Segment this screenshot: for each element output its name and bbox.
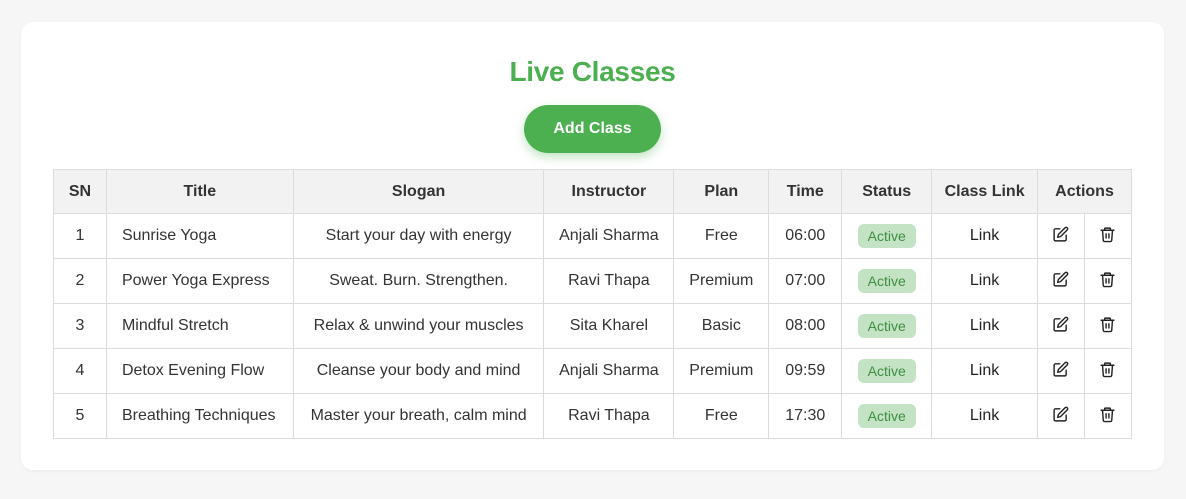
cell-time: 17:30 [768, 393, 843, 439]
cell-edit [1037, 213, 1085, 259]
trash-icon[interactable] [1098, 314, 1118, 334]
cell-status: Active [841, 348, 933, 394]
cell-title: Power Yoga Express [105, 258, 294, 304]
cell-slogan: Start your day with energy [292, 213, 545, 259]
cell-sn: 2 [53, 258, 107, 304]
edit-icon[interactable] [1051, 314, 1071, 334]
header-sn: SN [53, 169, 107, 214]
cell-time: 08:00 [768, 303, 843, 349]
cell-sn: 1 [53, 213, 107, 259]
table-row: 5 Breathing Techniques Master your breat… [53, 393, 1133, 439]
status-badge: Active [857, 404, 916, 428]
cell-plan: Premium [673, 348, 770, 394]
cell-title: Detox Evening Flow [105, 348, 294, 394]
cell-slogan: Relax & unwind your muscles [292, 303, 545, 349]
cell-slogan: Cleanse your body and mind [292, 348, 545, 394]
header-plan: Plan [673, 169, 770, 214]
cell-class-link: Link [931, 303, 1039, 349]
header-instructor: Instructor [543, 169, 675, 214]
cell-sn: 4 [53, 348, 107, 394]
trash-icon[interactable] [1098, 359, 1118, 379]
cell-instructor: Anjali Sharma [543, 213, 675, 259]
cell-class-link: Link [931, 213, 1039, 259]
edit-icon[interactable] [1051, 224, 1071, 244]
cell-instructor: Ravi Thapa [543, 258, 675, 304]
cell-time: 07:00 [768, 258, 843, 304]
cell-title: Breathing Techniques [105, 393, 294, 439]
cell-delete [1083, 213, 1133, 259]
table-row: 1 Sunrise Yoga Start your day with energ… [53, 213, 1133, 259]
class-link[interactable]: Link [970, 362, 999, 379]
class-link[interactable]: Link [970, 272, 999, 289]
status-badge: Active [857, 314, 916, 338]
live-classes-card: Live Classes Add Class SN Title Slogan I… [21, 22, 1164, 470]
cell-status: Active [841, 303, 933, 349]
header-class-link: Class Link [931, 169, 1039, 214]
status-badge: Active [857, 224, 916, 248]
cell-class-link: Link [931, 348, 1039, 394]
cell-instructor: Ravi Thapa [543, 393, 675, 439]
cell-edit [1037, 303, 1085, 349]
cell-delete [1083, 258, 1133, 304]
table-row: 2 Power Yoga Express Sweat. Burn. Streng… [53, 258, 1133, 304]
cell-title: Sunrise Yoga [105, 213, 294, 259]
cell-edit [1037, 393, 1085, 439]
table-header-row: SN Title Slogan Instructor Plan Time Sta… [53, 169, 1132, 214]
status-badge: Active [857, 359, 916, 383]
cell-time: 06:00 [768, 213, 843, 259]
cell-slogan: Sweat. Burn. Strengthen. [292, 258, 545, 304]
cell-sn: 3 [53, 303, 107, 349]
cell-title: Mindful Stretch [105, 303, 294, 349]
add-class-button[interactable]: Add Class [524, 105, 661, 153]
cell-edit [1037, 258, 1085, 304]
edit-icon[interactable] [1051, 359, 1071, 379]
edit-icon[interactable] [1051, 404, 1071, 424]
cell-class-link: Link [931, 258, 1039, 304]
trash-icon[interactable] [1098, 224, 1118, 244]
cell-plan: Free [673, 213, 770, 259]
header-status: Status [841, 169, 933, 214]
cell-plan: Premium [673, 258, 770, 304]
cell-status: Active [841, 393, 933, 439]
cell-delete [1083, 348, 1133, 394]
header-slogan: Slogan [292, 169, 545, 214]
cell-instructor: Sita Kharel [543, 303, 675, 349]
cell-instructor: Anjali Sharma [543, 348, 675, 394]
class-link[interactable]: Link [970, 407, 999, 424]
cell-time: 09:59 [768, 348, 843, 394]
trash-icon[interactable] [1098, 269, 1118, 289]
page-title: Live Classes [509, 56, 676, 87]
header-actions: Actions [1037, 169, 1132, 214]
header-title: Title [105, 169, 294, 214]
cell-edit [1037, 348, 1085, 394]
class-link[interactable]: Link [970, 227, 999, 244]
cell-slogan: Master your breath, calm mind [292, 393, 545, 439]
cell-delete [1083, 303, 1133, 349]
cell-class-link: Link [931, 393, 1039, 439]
cell-plan: Free [673, 393, 770, 439]
trash-icon[interactable] [1098, 404, 1118, 424]
cell-delete [1083, 393, 1133, 439]
cell-status: Active [841, 213, 933, 259]
table-row: 4 Detox Evening Flow Cleanse your body a… [53, 348, 1133, 394]
cell-status: Active [841, 258, 933, 304]
cell-plan: Basic [673, 303, 770, 349]
status-badge: Active [857, 269, 916, 293]
table-row: 3 Mindful Stretch Relax & unwind your mu… [53, 303, 1133, 349]
classes-table: SN Title Slogan Instructor Plan Time Sta… [53, 169, 1133, 439]
header-time: Time [768, 169, 843, 214]
edit-icon[interactable] [1051, 269, 1071, 289]
cell-sn: 5 [53, 393, 107, 439]
class-link[interactable]: Link [970, 317, 999, 334]
